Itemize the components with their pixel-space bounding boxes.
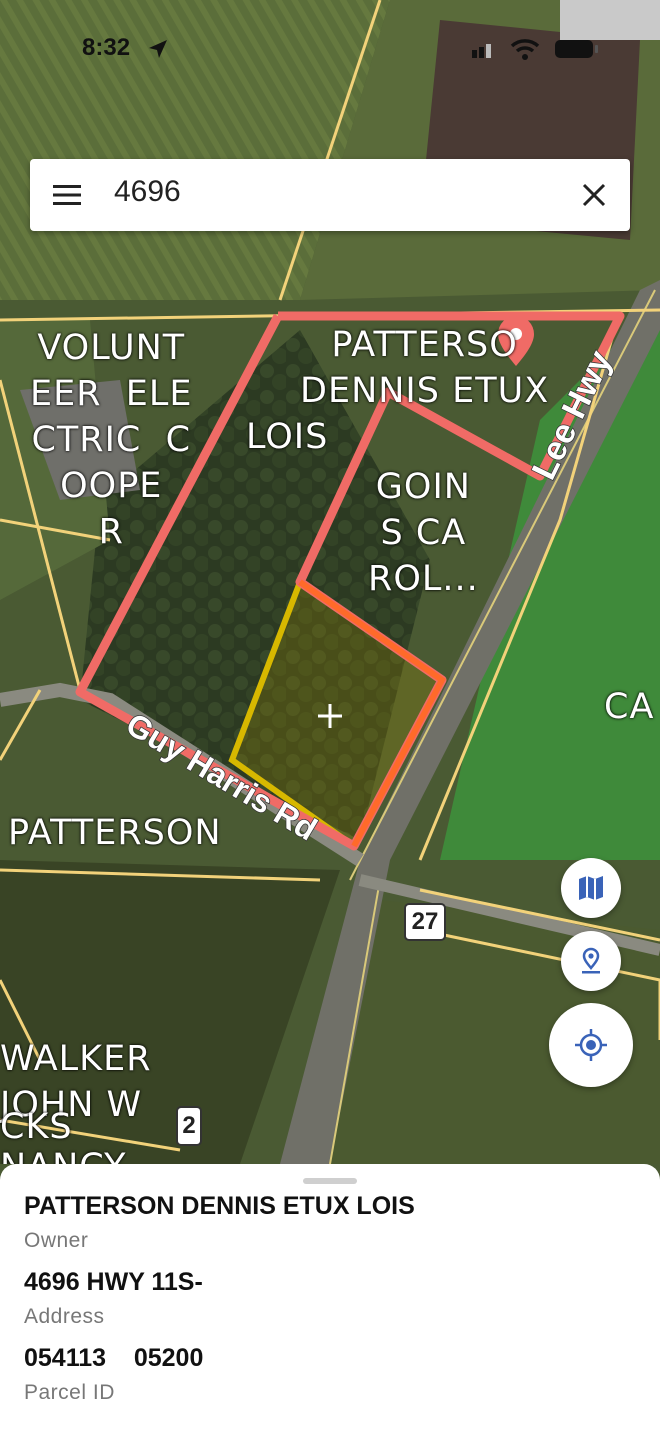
route-shield-27: 27	[404, 903, 446, 941]
parcel-label-volunteer: VOLUNT EER ELE CTRIC C OOPE R	[30, 328, 193, 552]
status-time: 8:32	[82, 34, 131, 61]
search-bar[interactable]: 4696	[30, 159, 630, 231]
parcel-label-ca: CA	[604, 687, 655, 727]
parcel-details-sheet[interactable]: PATTERSON DENNIS ETUX LOIS Owner 4696 HW…	[0, 1164, 660, 1434]
place-icon	[582, 947, 600, 974]
location-arrow-icon	[149, 40, 167, 58]
battery-icon	[555, 40, 598, 58]
parcel-label-goins: GOIN S CA ROL...	[368, 467, 479, 599]
menu-icon[interactable]	[52, 181, 82, 209]
parcel-label-lois: LOIS	[246, 417, 329, 457]
parcel-label-patterson: PATTERSON	[8, 813, 222, 853]
signal-icon	[472, 44, 491, 58]
wifi-icon	[510, 39, 540, 60]
address-label: Address	[24, 1305, 105, 1328]
parcel-id-label: Parcel ID	[24, 1381, 115, 1404]
parcel-id-value: 054113 05200	[24, 1344, 204, 1372]
sheet-drag-handle[interactable]	[303, 1178, 357, 1184]
owner-value: PATTERSON DENNIS ETUX LOIS	[24, 1192, 415, 1220]
address-value: 4696 HWY 11S-	[24, 1268, 203, 1296]
parcel-label-patterson-dennis: PATTERSO DENNIS ETUX	[300, 325, 550, 411]
close-icon[interactable]	[580, 181, 608, 209]
parcel-label-nancy: NANCY	[0, 1144, 127, 1164]
layers-icon	[579, 876, 603, 900]
search-input[interactable]: 4696	[114, 175, 181, 209]
route-shield-2: 2	[176, 1106, 202, 1146]
owner-label: Owner	[24, 1229, 89, 1252]
my-location-button[interactable]	[549, 1003, 633, 1087]
place-button[interactable]	[561, 931, 621, 991]
status-bar: 8:32	[0, 0, 660, 100]
my-location-icon	[575, 1029, 607, 1061]
layers-button[interactable]	[561, 858, 621, 918]
